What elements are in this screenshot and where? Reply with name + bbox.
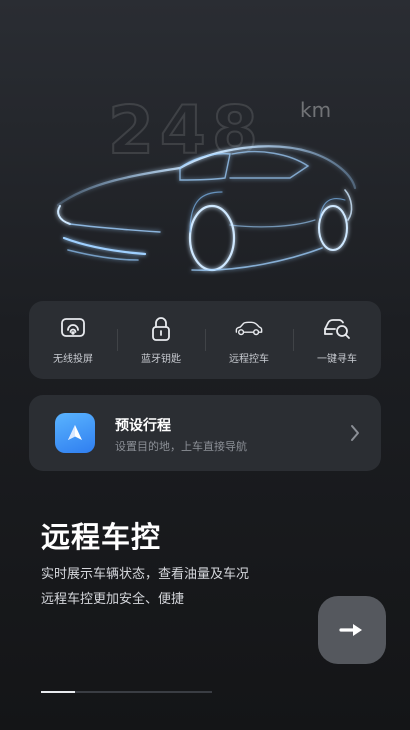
next-button[interactable]	[318, 596, 386, 664]
quick-action-remote-car[interactable]: 远程控车	[205, 301, 293, 379]
trip-title: 预设行程	[115, 418, 171, 434]
arrow-right-icon	[339, 624, 362, 636]
quick-action-label: 远程控车	[229, 353, 269, 365]
onboarding-progress	[41, 691, 212, 693]
trip-subtitle: 设置目的地，上车直接导航	[115, 440, 247, 453]
car-illustration	[56, 145, 357, 272]
onboarding-progress-fill	[41, 691, 76, 693]
find-car-icon	[322, 316, 352, 342]
chevron-right-icon	[351, 425, 359, 441]
quick-action-label: 一键寻车	[317, 353, 357, 365]
quick-actions-panel: 无线投屏 蓝牙钥匙 远程控车 一键寻车	[29, 301, 381, 379]
quick-action-bluetooth-key[interactable]: 蓝牙钥匙	[117, 301, 205, 379]
quick-action-find-car[interactable]: 一键寻车	[293, 301, 381, 379]
bluetooth-key-icon	[146, 316, 176, 342]
promo-title: 远程车控	[41, 520, 162, 554]
promo-description-line2: 远程车控更加安全、便捷	[41, 592, 185, 607]
range-unit: km	[300, 98, 332, 122]
quick-action-label: 蓝牙钥匙	[141, 353, 181, 365]
hero-section: 248 km	[0, 0, 410, 300]
preset-trip-card[interactable]: 预设行程 设置目的地，上车直接导航	[29, 395, 381, 471]
navigation-arrow-icon	[55, 413, 95, 453]
promo-description-line1: 实时展示车辆状态，查看油量及车况	[41, 567, 250, 582]
quick-action-label: 无线投屏	[53, 353, 93, 365]
quick-action-wireless-cast[interactable]: 无线投屏	[29, 301, 117, 379]
wireless-cast-icon	[58, 316, 88, 342]
remote-car-icon	[234, 316, 264, 342]
